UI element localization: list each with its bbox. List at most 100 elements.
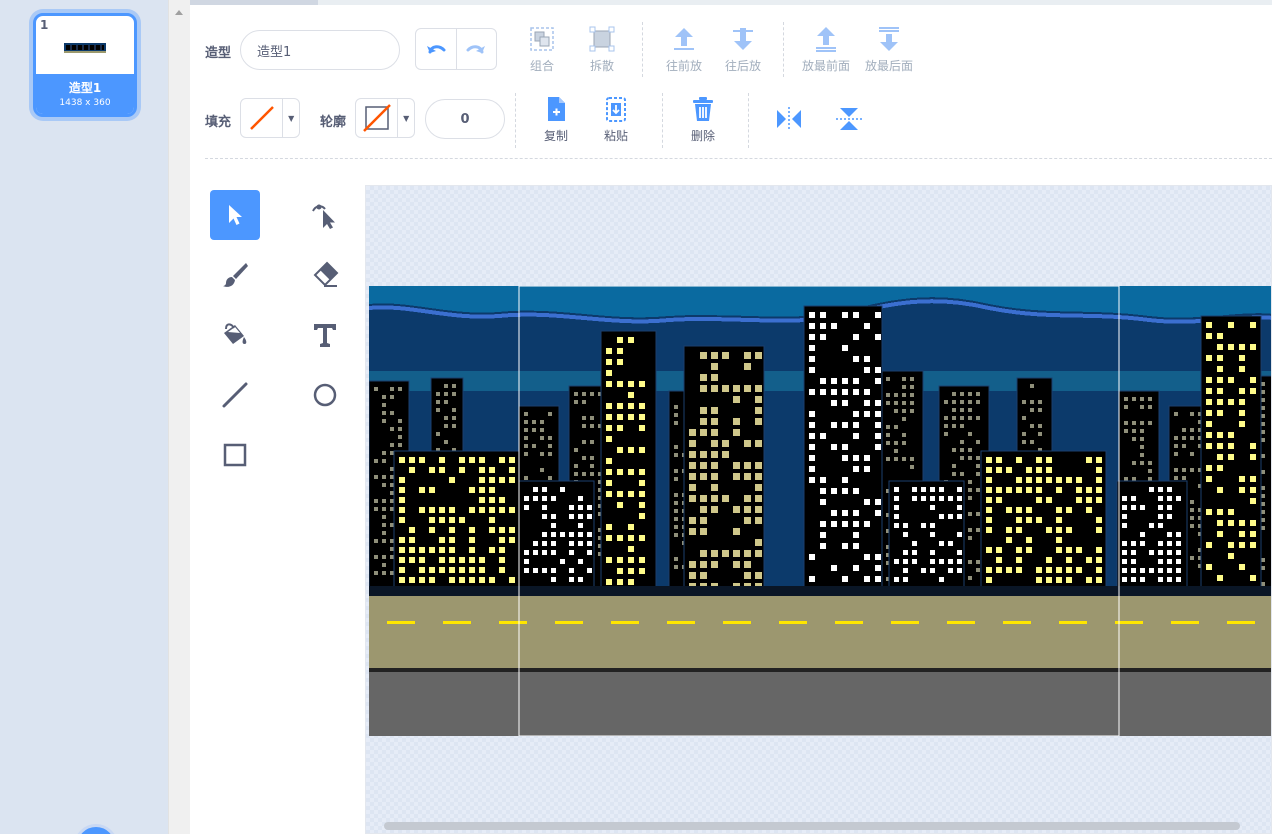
- window: [820, 378, 826, 384]
- window: [976, 392, 980, 396]
- toolbar-divider: [642, 22, 643, 77]
- window: [711, 363, 718, 370]
- window: [1086, 557, 1092, 563]
- arrow-cursor-icon: [229, 205, 242, 225]
- window: [399, 457, 405, 463]
- circle-tool[interactable]: [300, 370, 350, 420]
- text-tool[interactable]: [300, 310, 350, 360]
- window: [1250, 443, 1256, 449]
- window: [578, 577, 583, 582]
- copy-button[interactable]: 复制: [528, 95, 584, 144]
- window: [617, 535, 623, 541]
- group-label: 组合: [529, 59, 554, 73]
- window: [509, 577, 515, 583]
- group-button[interactable]: 组合: [514, 25, 570, 74]
- window: [1250, 487, 1256, 493]
- delete-button[interactable]: 删除: [675, 95, 731, 144]
- window: [968, 496, 972, 500]
- window: [1206, 322, 1212, 328]
- window: [1006, 487, 1012, 493]
- costume-tile[interactable]: 1 造型1 1438 x 360: [33, 13, 137, 117]
- window: [639, 568, 645, 574]
- forward-button[interactable]: 往前放: [656, 25, 712, 74]
- to-front-button[interactable]: 放最前面: [796, 25, 856, 74]
- window: [864, 389, 870, 395]
- lane-dash: [779, 621, 807, 624]
- window: [1148, 397, 1152, 401]
- backward-button[interactable]: 往后放: [715, 25, 771, 74]
- window: [689, 561, 696, 568]
- forward-label: 往前放: [665, 59, 702, 73]
- window: [1026, 537, 1032, 543]
- window: [439, 537, 445, 543]
- rectangle-tool[interactable]: [210, 430, 260, 480]
- window: [1096, 467, 1102, 473]
- window: [902, 457, 906, 461]
- window: [1036, 577, 1042, 583]
- window: [711, 440, 718, 447]
- window: [628, 491, 634, 497]
- window: [1239, 542, 1245, 548]
- window: [1239, 344, 1245, 350]
- window: [1206, 432, 1212, 438]
- window: [875, 367, 881, 373]
- window: [733, 385, 740, 392]
- toolbar-divider: [783, 22, 784, 77]
- window: [409, 537, 415, 543]
- window: [1022, 400, 1026, 404]
- window: [996, 567, 1002, 573]
- flip-vertical-button[interactable]: [834, 105, 864, 137]
- eraser-tool[interactable]: [300, 250, 350, 300]
- window: [429, 567, 435, 573]
- window: [533, 568, 538, 573]
- window: [1228, 399, 1234, 405]
- fill-tool[interactable]: [210, 310, 260, 360]
- to-back-button[interactable]: 放最后面: [859, 25, 919, 74]
- window: [489, 527, 495, 533]
- redo-button[interactable]: [455, 29, 497, 69]
- paste-button[interactable]: 粘贴: [588, 95, 644, 144]
- copy-label: 复制: [543, 129, 568, 143]
- window: [1261, 510, 1265, 514]
- line-tool[interactable]: [210, 370, 260, 420]
- window: [1056, 517, 1062, 523]
- drawing-canvas[interactable]: [365, 185, 1272, 834]
- window: [1228, 520, 1234, 526]
- window: [976, 472, 980, 476]
- window: [1066, 557, 1072, 563]
- window: [1131, 541, 1136, 546]
- costume-name-input[interactable]: [240, 30, 400, 70]
- window: [532, 444, 536, 448]
- window: [853, 488, 859, 494]
- canvas-horizontal-scrollbar[interactable]: [384, 822, 1240, 830]
- brush-tool[interactable]: [210, 250, 260, 300]
- window: [409, 557, 415, 563]
- window: [986, 577, 992, 583]
- outline-color-picker[interactable]: ▼: [355, 98, 415, 138]
- window: [1132, 421, 1136, 425]
- select-tool[interactable]: [210, 190, 260, 240]
- window: [842, 576, 848, 582]
- window: [436, 400, 440, 404]
- choose-costume-button[interactable]: [74, 824, 118, 834]
- undo-button[interactable]: [416, 29, 456, 69]
- window: [711, 385, 718, 392]
- window: [617, 414, 623, 420]
- costume-list-scrollbar[interactable]: [168, 0, 190, 834]
- outline-width-input[interactable]: [425, 99, 505, 139]
- reshape-tool[interactable]: [300, 190, 350, 240]
- window: [674, 445, 678, 449]
- window: [1038, 432, 1042, 436]
- window: [1096, 517, 1102, 523]
- lane-dash: [1059, 621, 1087, 624]
- window: [1096, 557, 1102, 563]
- fill-color-picker[interactable]: ▼: [240, 98, 300, 138]
- window: [875, 312, 881, 318]
- ungroup-button[interactable]: 拆散: [574, 25, 630, 74]
- lane-dash: [835, 621, 863, 624]
- window: [382, 515, 386, 519]
- flip-horizontal-button[interactable]: [774, 106, 804, 136]
- window: [700, 352, 707, 359]
- window: [809, 334, 815, 340]
- scroll-up-arrow-icon[interactable]: [175, 10, 183, 15]
